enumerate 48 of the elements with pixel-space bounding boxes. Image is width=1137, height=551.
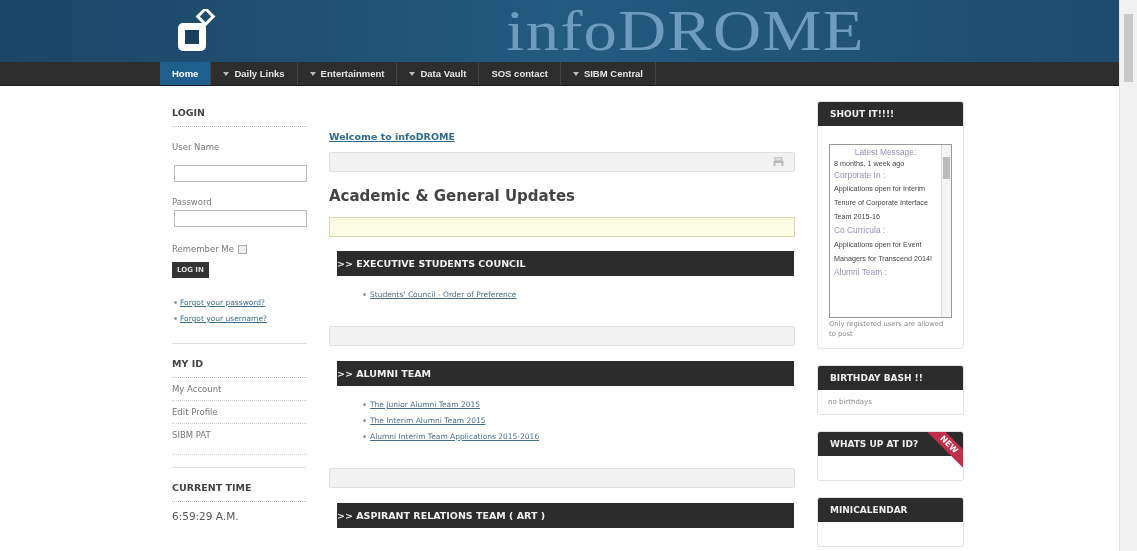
nav-tab[interactable]: Entertainment: [297, 62, 398, 85]
message-author: Corporate In :: [834, 168, 887, 182]
bullet-icon: [363, 419, 366, 422]
link[interactable]: Welcome to infoDROME: [329, 131, 455, 142]
print-icon[interactable]: [773, 157, 784, 167]
scroll-thumb[interactable]: [1124, 14, 1133, 82]
caret-icon: [223, 71, 230, 76]
section-header: >> ASPIRANT RELATIONS TEAM ( ART ): [337, 503, 794, 528]
page-heading: Academic & General Updates: [329, 187, 576, 205]
module-header: MINICALENDAR: [818, 497, 963, 522]
input-field[interactable]: [174, 210, 307, 227]
page-scrollbar[interactable]: [1119, 0, 1137, 551]
input-field[interactable]: [174, 165, 307, 182]
checkbox[interactable]: [237, 244, 247, 254]
message-author: Alumni Team :: [834, 265, 888, 279]
caret-icon: [309, 71, 316, 76]
bullet-icon: [363, 293, 366, 296]
field-label: User Name: [172, 142, 221, 152]
scroll-thumb[interactable]: [943, 157, 950, 179]
nav-tab[interactable]: Home: [160, 62, 212, 85]
section-header: >> ALUMNI TEAM: [337, 361, 794, 386]
bullet-icon: [174, 301, 177, 304]
section-heading: MY ID: [172, 344, 307, 378]
scrollbar[interactable]: [941, 145, 951, 317]
site-logo-text: infoDROME: [506, 2, 865, 60]
nav-tab[interactable]: Daily Links: [211, 62, 298, 85]
bullet-icon: [174, 317, 177, 320]
checkbox-label: Remember Me: [172, 244, 234, 254]
module-header: SHOUT IT!!!!: [818, 102, 963, 126]
caret-icon: [572, 71, 579, 76]
message-label: Latest Message:: [853, 147, 918, 159]
logo-icon: [176, 9, 216, 53]
bullet-icon: [363, 403, 366, 406]
nav-tab[interactable]: Data Vault: [397, 62, 480, 85]
nav-tab[interactable]: SIBM Central: [560, 62, 656, 85]
message-author: Co Curricula :: [834, 224, 887, 238]
menu-link[interactable]: My Account: [172, 384, 222, 394]
section-header: >> EXECUTIVE STUDENTS COUNCIL: [337, 251, 794, 276]
bullet-icon: [363, 435, 366, 438]
clock-time: 6:59:29 A.M.: [172, 509, 240, 522]
field-label: Password: [172, 197, 213, 207]
menu-link[interactable]: SIBM PAT: [172, 430, 211, 440]
section-heading: CURRENT TIME: [172, 468, 307, 502]
module-header: BIRTHDAY BASH !!: [818, 365, 963, 390]
caret-icon: [409, 71, 416, 76]
nav-tab[interactable]: SOS contact: [479, 62, 561, 85]
section-heading: LOGIN: [172, 86, 307, 127]
menu-link[interactable]: Edit Profile: [172, 407, 218, 417]
